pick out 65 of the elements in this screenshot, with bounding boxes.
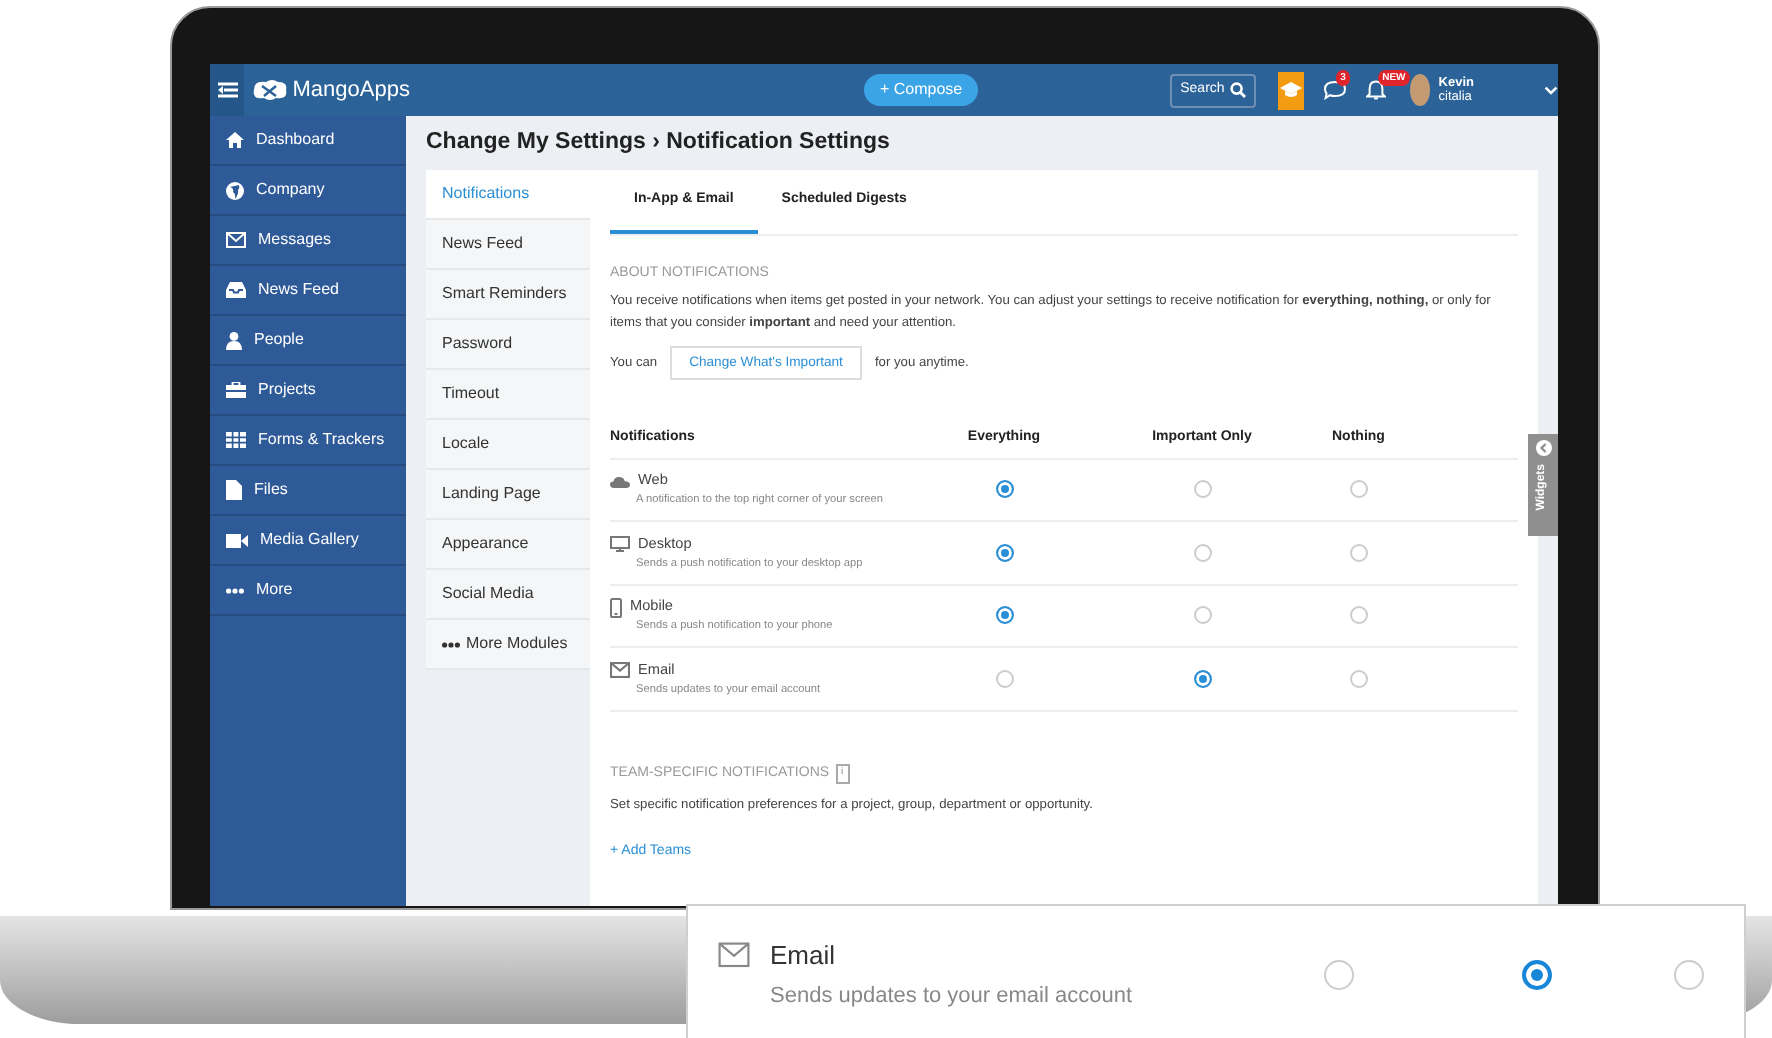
sidebar-item[interactable]: Dashboard: [210, 116, 406, 166]
sidebar-item[interactable]: Messages: [210, 216, 406, 266]
briefcase-icon: [226, 382, 246, 398]
settings-nav-item[interactable]: Smart Reminders: [426, 270, 590, 320]
radio-button[interactable]: [1674, 959, 1704, 989]
radio-button[interactable]: [1323, 959, 1353, 989]
settings-nav-item[interactable]: Social Media: [426, 570, 590, 620]
settings-nav-item[interactable]: Notifications: [426, 170, 590, 220]
settings-nav-item[interactable]: Timeout: [426, 370, 590, 420]
radio-button[interactable]: [1193, 606, 1211, 625]
home-icon: [226, 132, 244, 148]
radio-button[interactable]: [995, 480, 1013, 499]
avatar[interactable]: [1410, 74, 1431, 106]
sidebar-item[interactable]: Company: [210, 166, 406, 216]
chevron-down-icon[interactable]: [1544, 85, 1558, 95]
envelope-icon: [610, 662, 630, 679]
settings-nav-item[interactable]: Appearance: [426, 520, 590, 570]
file-icon: [226, 480, 242, 500]
logo-text: MangoApps: [292, 75, 410, 106]
radio-button[interactable]: [1521, 959, 1551, 989]
radio-button[interactable]: [1350, 606, 1368, 625]
sidebar-item[interactable]: Files: [210, 466, 406, 516]
radio-button[interactable]: [995, 606, 1013, 625]
menu-icon[interactable]: [217, 82, 238, 98]
chevron-left-icon: [1535, 440, 1551, 456]
sidebar-item[interactable]: News Feed: [210, 266, 406, 316]
sidebar-item[interactable]: More: [210, 566, 406, 616]
radio-button[interactable]: [1350, 480, 1368, 499]
notification-description: Sends updates to your email account: [770, 981, 1135, 1011]
envelope-icon: [226, 232, 246, 248]
sidebar-item[interactable]: Media Gallery: [210, 516, 406, 566]
radio-button[interactable]: [995, 669, 1013, 688]
settings-nav-item[interactable]: Password: [426, 320, 590, 370]
learning-button[interactable]: [1278, 71, 1305, 109]
page-title: Change My Settings › Notification Settings: [426, 127, 892, 158]
graduation-cap-icon: [1280, 82, 1303, 98]
video-camera-icon: [226, 533, 248, 547]
phone-icon: [610, 597, 622, 618]
settings-nav-item[interactable]: Locale: [426, 420, 590, 470]
inbox-icon: [226, 282, 246, 298]
search-icon: [1230, 82, 1247, 98]
monitor-icon: [610, 536, 630, 553]
envelope-icon: [718, 942, 750, 969]
sidebar-item[interactable]: Forms & Trackers: [210, 416, 406, 466]
more-dots-icon: [442, 641, 460, 647]
notification-name: Email: [770, 938, 836, 974]
radio-button[interactable]: [1350, 669, 1368, 688]
radio-button[interactable]: [995, 543, 1013, 562]
radio-button[interactable]: [1193, 669, 1211, 688]
logo-icon: [252, 78, 289, 102]
bell-icon[interactable]: [1366, 80, 1387, 100]
sidebar-item[interactable]: Projects: [210, 366, 406, 416]
radio-button[interactable]: [1193, 480, 1211, 499]
settings-nav-item[interactable]: Landing Page: [426, 470, 590, 520]
chat-icon[interactable]: [1324, 80, 1347, 100]
globe-icon: [226, 181, 244, 199]
settings-nav-item[interactable]: More Modules: [426, 620, 590, 670]
cloud-icon: [610, 475, 630, 488]
radio-button[interactable]: [1193, 543, 1211, 562]
radio-button[interactable]: [1350, 543, 1368, 562]
table-icon: [226, 432, 246, 448]
sidebar-item[interactable]: People: [210, 316, 406, 366]
settings-nav-item[interactable]: News Feed: [426, 220, 590, 270]
person-icon: [226, 331, 242, 349]
more-dots-icon: [226, 587, 244, 593]
